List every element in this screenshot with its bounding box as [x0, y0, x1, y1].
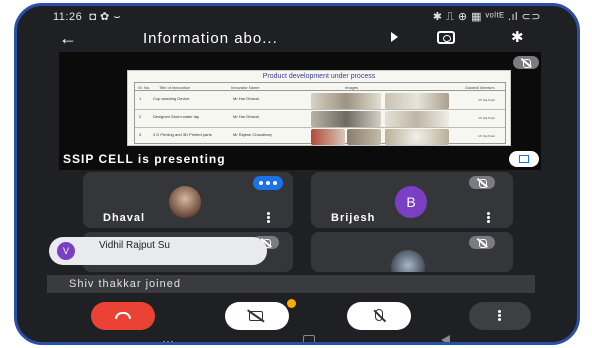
camera-off-icon	[249, 311, 263, 321]
row-number: 1	[139, 96, 142, 101]
avatar	[169, 186, 201, 218]
participant-tile-dhaval[interactable]: Dhaval	[83, 172, 293, 228]
notification-icons: ◘ ✿ ⌣	[89, 11, 122, 23]
slide-table: Sr. No. Title of innovation Innovator Na…	[134, 82, 506, 146]
slide-table-row: 2 Designed Storm water tap Mr Har Dhaval…	[135, 110, 505, 128]
header-cell: Sr. No.	[138, 85, 151, 90]
row-image	[385, 111, 449, 127]
shared-slide: Product development under process Sr. No…	[127, 70, 511, 146]
row-image	[311, 93, 381, 109]
mic-toggle-button[interactable]	[347, 302, 411, 330]
avatar	[391, 250, 425, 272]
header-cell: Images	[345, 85, 359, 90]
switch-camera-icon[interactable]	[437, 31, 455, 44]
fullscreen-icon	[519, 155, 529, 163]
joined-notification: Shiv thakkar joined	[47, 275, 535, 293]
slide-title: Product development under process	[262, 73, 376, 80]
row-mentor: Mr Raj Patel	[478, 98, 495, 102]
cast-icon[interactable]	[391, 32, 398, 42]
kebab-menu-icon[interactable]	[487, 212, 491, 224]
avatar: B	[395, 186, 427, 218]
phone-frame: 11:26 ◘ ✿ ⌣ ✱ ⎍ ⊕ ▦ ᵛᵒˡᵗᴱ .ıl ⊂⊃ ← Infor…	[14, 3, 580, 345]
row-number: 2	[139, 114, 142, 119]
participant-name: Dhaval	[103, 212, 146, 224]
back-arrow-icon[interactable]: ←	[59, 28, 77, 48]
status-bar: 11:26 ◘ ✿ ⌣ ✱ ⎍ ⊕ ▦ ᵛᵒˡᵗᴱ .ıl ⊂⊃	[17, 6, 577, 26]
row-title: Cup washing Device	[153, 96, 190, 101]
row-image	[385, 129, 449, 145]
status-time: 11:26 ◘ ✿ ⌣	[53, 10, 121, 24]
header-cell: Title of innovation	[159, 85, 191, 90]
header-cell: Innovator Name	[231, 85, 260, 90]
muted-mic-icon	[469, 176, 495, 189]
row-image	[311, 111, 381, 127]
presenter-label: SSIP CELL is presenting	[63, 152, 226, 166]
row-mentor: Mr Raj Patel	[478, 134, 495, 138]
more-vert-icon	[498, 310, 501, 322]
participant-tile[interactable]	[311, 232, 513, 272]
muted-mic-icon	[469, 236, 495, 249]
row-mentor: Mr Raj Patel	[478, 116, 495, 120]
row-innovator: Mr Har Dhaval	[233, 114, 259, 119]
camera-toggle-button[interactable]	[225, 302, 289, 330]
app-bar: ← Information abo... ✱	[17, 26, 577, 52]
mic-off-icon	[375, 309, 383, 321]
row-image	[347, 129, 381, 145]
row-image	[311, 129, 345, 145]
toast-text: Vidhil Rajput Su	[99, 240, 170, 251]
fullscreen-button[interactable]	[509, 151, 539, 167]
participant-options-badge[interactable]	[253, 176, 283, 190]
row-innovator: Mr Har Dhaval	[233, 96, 259, 101]
clock: 11:26	[53, 11, 83, 23]
row-title: 3 D Printing and 3D Printed parts	[153, 132, 212, 137]
muted-mic-icon	[513, 56, 539, 69]
slide-table-row: 3 3 D Printing and 3D Printed parts Mr R…	[135, 128, 505, 146]
row-image	[385, 93, 449, 109]
participant-toast: V Vidhil Rajput Su	[49, 237, 267, 265]
recents-icon[interactable]	[163, 336, 175, 342]
participant-tile-brijesh[interactable]: B Brijesh	[311, 172, 513, 228]
system-nav-bar	[17, 334, 577, 342]
meeting-title: Information abo...	[143, 30, 278, 47]
row-title: Designed Storm water tap	[153, 114, 200, 119]
nav-back-icon[interactable]	[441, 335, 450, 342]
bluetooth-icon[interactable]: ✱	[511, 28, 524, 46]
toast-avatar: V	[57, 242, 75, 260]
slide-table-header: Sr. No. Title of innovation Innovator Na…	[135, 83, 505, 91]
end-call-button[interactable]	[91, 302, 155, 330]
joined-text: Shiv thakkar joined	[69, 278, 181, 290]
row-number: 3	[139, 132, 142, 137]
phone-hangup-icon	[115, 312, 131, 319]
more-options-button[interactable]	[469, 302, 531, 330]
system-icons: ✱ ⎍ ⊕ ▦ ᵛᵒˡᵗᴱ .ıl ⊂⊃	[432, 11, 541, 23]
kebab-menu-icon[interactable]	[267, 212, 271, 224]
row-innovator: Mr Rajesh Chaudhary	[233, 132, 272, 137]
slide-table-row: 1 Cup washing Device Mr Har Dhaval Mr Ra…	[135, 92, 505, 110]
home-icon[interactable]	[303, 335, 315, 342]
participant-name: Brijesh	[331, 212, 376, 224]
header-cell: Guided/ Mentors	[465, 85, 495, 90]
camera-alert-dot	[287, 299, 296, 308]
